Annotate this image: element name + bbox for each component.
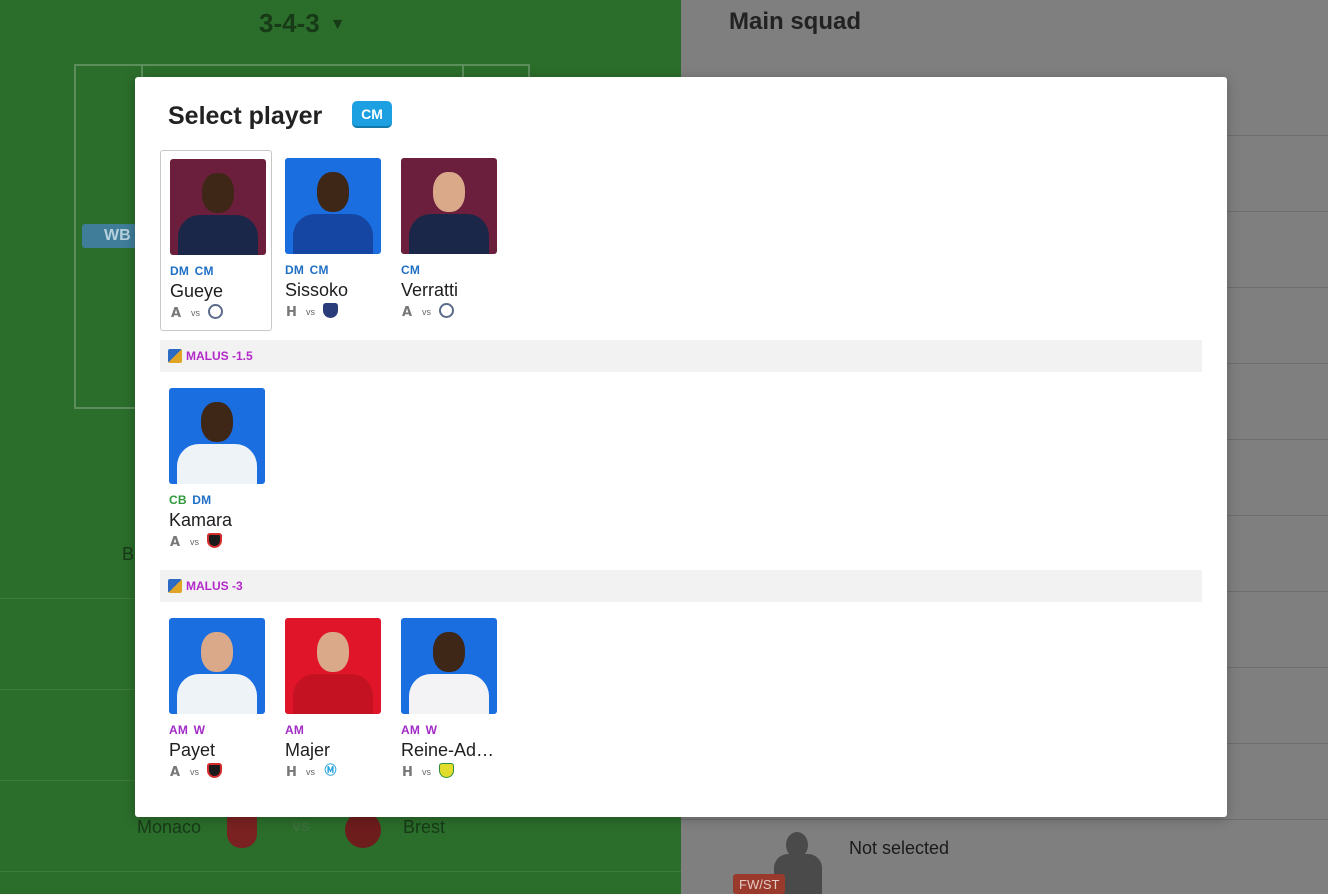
player-photo [285, 618, 381, 714]
player-photo [169, 388, 265, 484]
player-card-verratti[interactable]: CM Verratti A vs [392, 150, 504, 331]
player-card-payet[interactable]: AM W Payet A vs [160, 610, 272, 791]
slot-status[interactable]: Not selected [849, 838, 949, 859]
fixture-vs: vs [292, 818, 310, 835]
player-positions: CM [401, 263, 421, 277]
player-photo [285, 158, 381, 254]
monaco-crest-icon [227, 812, 257, 848]
player-name: Majer [285, 740, 331, 760]
home-venue-icon: H [286, 305, 297, 320]
home-venue-icon: H [286, 765, 297, 780]
player-card-gueye[interactable]: DM CM Gueye A vs [160, 150, 272, 331]
player-positions: DM CM [170, 264, 214, 278]
player-name: Verratti [401, 280, 459, 300]
position-filter-chip[interactable]: CM [352, 101, 392, 128]
home-venue-icon: H [402, 765, 413, 780]
main-squad-title: Main squad [729, 8, 862, 35]
player-name: Payet [169, 740, 216, 760]
brest-crest-icon [345, 812, 381, 848]
vs-label: vs [190, 767, 199, 777]
malus-header: MALUS -3 [160, 570, 1202, 602]
away-venue-icon: A [171, 306, 182, 321]
position-badge-wb: WB [82, 224, 142, 248]
player-card-sissoko[interactable]: DM CM Sissoko H vs [276, 150, 388, 331]
vs-label: vs [422, 767, 431, 777]
player-photo [170, 159, 266, 255]
malus-label: MALUS -1.5 [186, 349, 253, 363]
vs-label: vs [306, 767, 315, 777]
malus-label: MALUS -3 [186, 579, 243, 593]
modal-title: Select player [168, 102, 323, 130]
player-name: Reine-Ad… [401, 740, 495, 760]
formation-label: 3-4-3 [259, 8, 320, 38]
montpellier-crest-icon [439, 303, 454, 318]
player-positions: CB DM [169, 493, 212, 507]
nantes-crest-icon [439, 763, 454, 778]
player-name: Sissoko [285, 280, 349, 300]
away-venue-icon: A [402, 305, 413, 320]
pitch-box-lines [141, 64, 464, 78]
player-photo [169, 618, 265, 714]
slot-position-badge: FW/ST [733, 874, 785, 894]
rennes-crest-icon [207, 533, 222, 548]
player-photo [401, 618, 497, 714]
malus-header: MALUS -1.5 [160, 340, 1202, 372]
player-card-kamara[interactable]: CB DM Kamara A vs [160, 380, 272, 561]
montpellier-crest-icon [208, 304, 223, 319]
malus-icon [168, 579, 182, 593]
clermont-crest-icon [323, 303, 338, 318]
vs-label: vs [422, 307, 431, 317]
fixture-row[interactable]: Monaco vs Brest [137, 812, 467, 852]
vs-label: vs [190, 537, 199, 547]
select-player-modal: Select player CM DM CM Gueye A vs DM CM … [135, 77, 1227, 817]
truncated-team-name: B [122, 544, 135, 564]
away-venue-icon: A [170, 535, 181, 550]
player-positions: AM [285, 723, 305, 737]
caret-down-icon: ▼ [329, 16, 346, 33]
home-team: Monaco [137, 817, 202, 837]
player-positions: AM W [169, 723, 206, 737]
vs-label: vs [191, 308, 200, 318]
rennes-crest-icon [207, 763, 222, 778]
player-name: Gueye [170, 281, 224, 301]
fixture-divider [0, 871, 681, 872]
player-name: Kamara [169, 510, 233, 530]
player-positions: DM CM [285, 263, 329, 277]
vs-label: vs [306, 307, 315, 317]
player-photo [401, 158, 497, 254]
marseille-crest-icon: Ⓜ [323, 763, 338, 778]
player-card-majer[interactable]: AM Majer H vs Ⓜ [276, 610, 388, 791]
away-team: Brest [403, 817, 446, 837]
player-positions: AM W [401, 723, 438, 737]
malus-icon [168, 349, 182, 363]
squad-divider [681, 819, 1328, 820]
player-card-reine-adelaide[interactable]: AM W Reine-Ad… H vs [392, 610, 504, 791]
away-venue-icon: A [170, 765, 181, 780]
formation-selector[interactable]: 3-4-3 ▼ [259, 8, 346, 39]
